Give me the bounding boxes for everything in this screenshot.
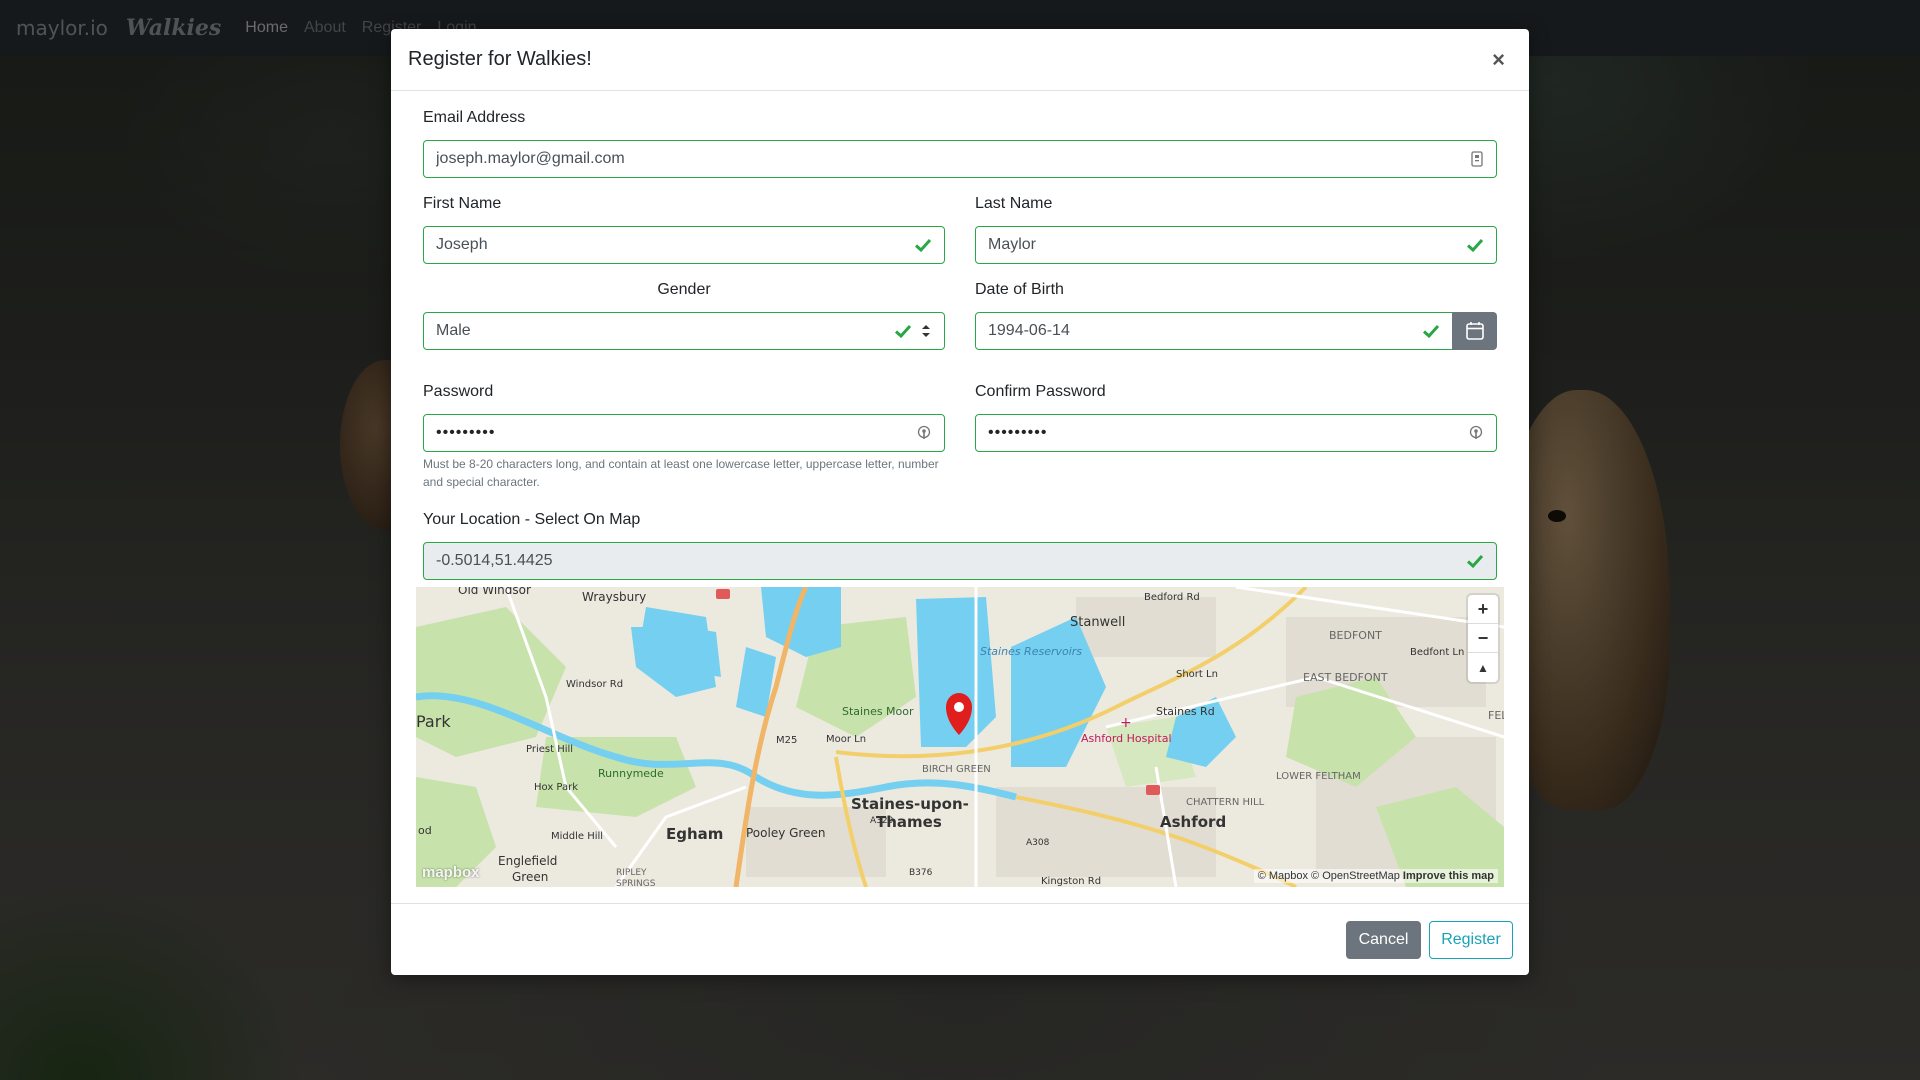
- map-zoom-controls: + − ▲: [1468, 595, 1498, 682]
- confirm-password-label: Confirm Password: [975, 383, 1106, 400]
- mapbox-logo[interactable]: mapbox: [422, 864, 480, 881]
- map-label: Short Ln: [1176, 669, 1218, 680]
- zoom-in-button[interactable]: +: [1468, 595, 1498, 624]
- password-key-icon[interactable]: [1468, 425, 1484, 441]
- map-label: Priest Hill: [526, 744, 573, 755]
- valid-check-icon: [1422, 324, 1440, 339]
- map-label: Middle Hill: [551, 831, 603, 842]
- map-label: Englefield: [498, 854, 557, 868]
- nav-about[interactable]: About: [304, 19, 346, 37]
- map-canvas[interactable]: Old Windsor Wraysbury Bedford Rd Stanwel…: [416, 587, 1504, 887]
- close-icon[interactable]: ×: [1492, 48, 1505, 71]
- email-label: Email Address: [423, 109, 526, 126]
- map-label: Ashford Hospital: [1081, 732, 1172, 745]
- map-label: Runnymede: [598, 767, 664, 780]
- valid-check-icon: [914, 238, 932, 253]
- calendar-icon: [1465, 322, 1484, 340]
- calendar-button[interactable]: [1452, 312, 1497, 350]
- dob-label: Date of Birth: [975, 281, 1064, 298]
- password-value: •••••••••: [436, 424, 496, 441]
- first-name-label: First Name: [423, 195, 502, 212]
- map-label: Moor Ln: [826, 734, 866, 745]
- valid-check-icon: [1466, 238, 1484, 253]
- password-help-text: Must be 8-20 characters long, and contai…: [423, 457, 939, 489]
- rail-station-icon: [716, 589, 730, 599]
- cancel-button[interactable]: Cancel: [1346, 921, 1421, 959]
- password-key-icon[interactable]: [916, 425, 932, 441]
- map-label: Bedford Rd: [1144, 592, 1200, 603]
- map-label: Staines Moor: [842, 705, 914, 718]
- map-label: Park: [416, 712, 451, 731]
- location-label: Your Location - Select On Map: [423, 511, 641, 528]
- map-label: Green: [512, 870, 548, 884]
- map-label: Stanwell: [1070, 615, 1125, 630]
- register-modal: Register for Walkies! × Email Address jo…: [391, 29, 1529, 975]
- email-input[interactable]: joseph.maylor@gmail.com: [423, 140, 1497, 178]
- modal-header: Register for Walkies! ×: [391, 29, 1529, 91]
- map-label: Ashford: [1160, 813, 1226, 831]
- map-label: Windsor Rd: [566, 679, 623, 690]
- brand-script-logo[interactable]: Walkies: [126, 15, 221, 41]
- gender-select[interactable]: Male: [423, 312, 945, 350]
- map-label: FELTHA: [1488, 709, 1504, 722]
- dob-input[interactable]: 1994-06-14: [975, 312, 1453, 350]
- map-label: Bedfont Ln: [1410, 647, 1464, 658]
- map-label: Old Windsor: [458, 587, 531, 597]
- hospital-icon: +: [1120, 715, 1132, 731]
- map-label: od: [418, 824, 432, 837]
- map-label: Wraysbury: [582, 590, 646, 604]
- valid-check-icon: [894, 324, 912, 339]
- zoom-out-button[interactable]: −: [1468, 624, 1498, 653]
- map-label: Staines Rd: [1156, 705, 1215, 718]
- first-name-input[interactable]: Joseph: [423, 226, 945, 264]
- map-label: A320: [870, 816, 894, 826]
- map-label: Pooley Green: [746, 826, 825, 840]
- attribution-text[interactable]: © Mapbox © OpenStreetMap: [1258, 870, 1400, 882]
- password-input[interactable]: •••••••••: [423, 414, 945, 452]
- confirm-password-value: •••••••••: [988, 424, 1048, 441]
- location-map[interactable]: Old Windsor Wraysbury Bedford Rd Stanwel…: [416, 587, 1504, 887]
- select-caret-icon: [922, 325, 930, 337]
- location-value: -0.5014,51.4425: [436, 552, 553, 569]
- map-label: M25: [776, 735, 797, 746]
- gender-value: Male: [436, 322, 471, 339]
- last-name-label: Last Name: [975, 195, 1053, 212]
- location-input[interactable]: -0.5014,51.4425: [423, 542, 1497, 580]
- confirm-password-input[interactable]: •••••••••: [975, 414, 1497, 452]
- register-button[interactable]: Register: [1429, 921, 1513, 959]
- map-label: EAST BEDFONT: [1303, 671, 1388, 684]
- gender-label: Gender: [657, 281, 711, 298]
- email-value: joseph.maylor@gmail.com: [436, 150, 625, 167]
- first-name-value: Joseph: [436, 236, 488, 253]
- compass-button[interactable]: ▲: [1468, 653, 1498, 682]
- map-label: B376: [909, 868, 933, 878]
- map-label: RIPLEY: [616, 868, 647, 878]
- map-label: BIRCH GREEN: [922, 764, 991, 775]
- modal-footer: Cancel Register: [391, 903, 1529, 975]
- improve-map-link[interactable]: Improve this map: [1403, 870, 1494, 882]
- map-label: Egham: [666, 825, 723, 843]
- last-name-value: Maylor: [988, 236, 1037, 253]
- map-label: A308: [1026, 838, 1050, 848]
- dob-value: 1994-06-14: [988, 322, 1070, 339]
- map-label: Hox Park: [534, 782, 578, 793]
- map-label: LOWER FELTHAM: [1276, 771, 1361, 782]
- autofill-card-icon[interactable]: [1470, 151, 1484, 167]
- map-label: Staines Reservoirs: [980, 645, 1082, 658]
- modal-title: Register for Walkies!: [408, 48, 592, 70]
- last-name-input[interactable]: Maylor: [975, 226, 1497, 264]
- nav-home[interactable]: Home: [245, 19, 288, 37]
- map-label: CHATTERN HILL: [1186, 797, 1265, 808]
- valid-check-icon: [1466, 554, 1484, 569]
- rail-station-icon: [1146, 785, 1160, 795]
- map-label: BEDFONT: [1329, 629, 1382, 642]
- map-attribution: © Mapbox © OpenStreetMap Improve this ma…: [1253, 869, 1498, 883]
- password-label: Password: [423, 383, 494, 400]
- map-label: Kingston Rd: [1041, 876, 1101, 887]
- map-label: SPRINGS: [616, 879, 656, 887]
- brand-logo[interactable]: maylor.io: [16, 16, 108, 40]
- map-label: Staines-upon-: [851, 795, 969, 813]
